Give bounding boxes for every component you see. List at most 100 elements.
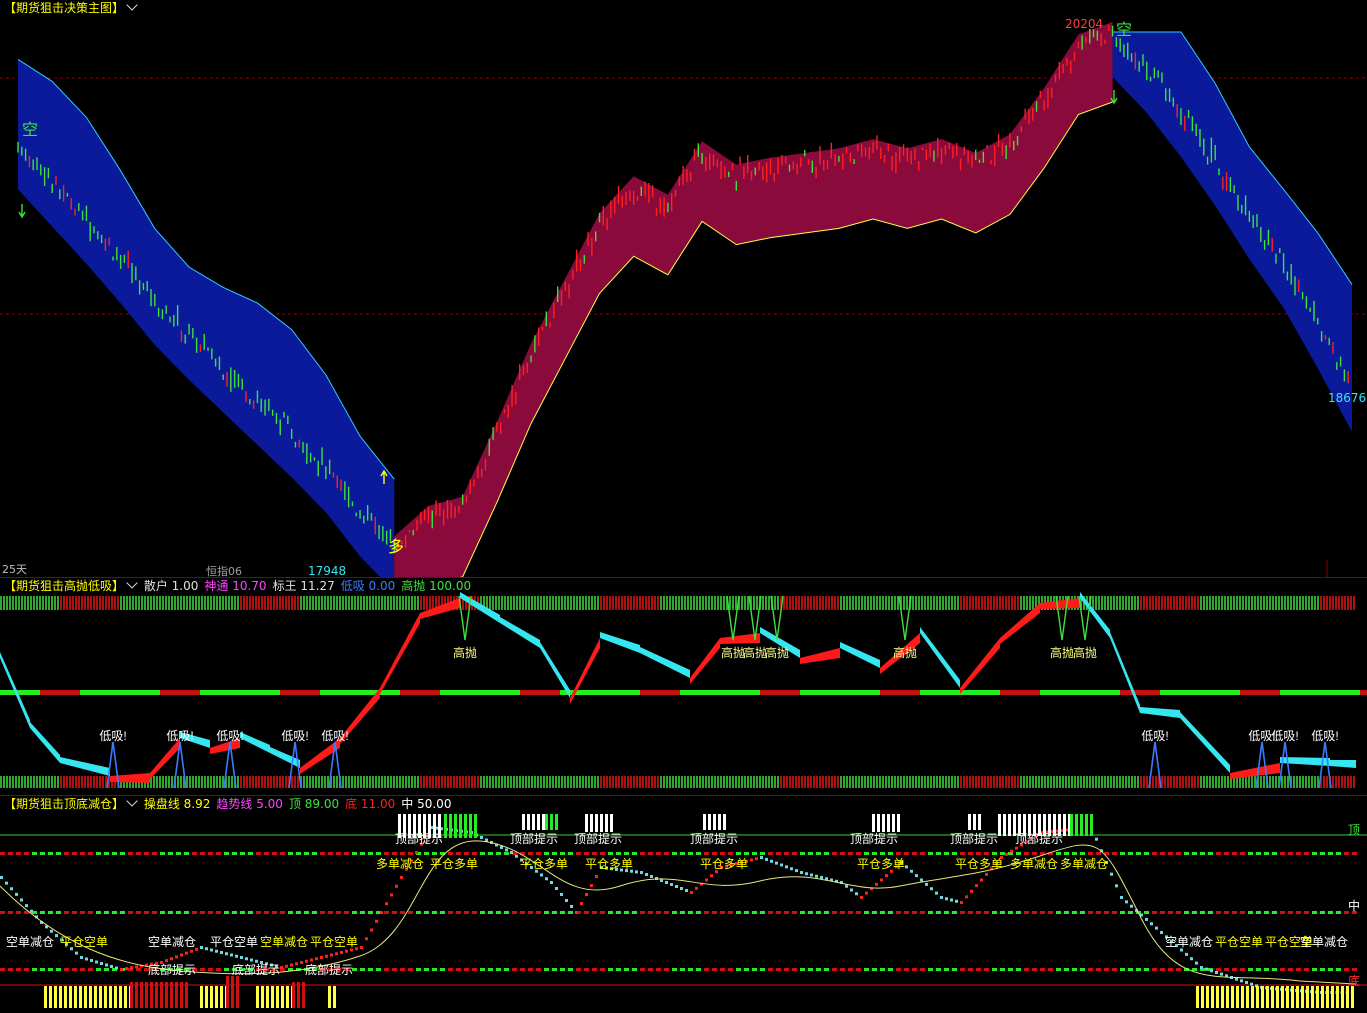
status-strip-top bbox=[417, 596, 419, 610]
status-strip-top bbox=[42, 596, 44, 610]
status-strip-bottom bbox=[840, 776, 842, 788]
status-strip-top bbox=[297, 596, 299, 610]
main-chart-title[interactable]: 【期货狙击决策主图】 bbox=[4, 0, 140, 15]
status-strip-top bbox=[879, 596, 881, 610]
dashed-level bbox=[392, 911, 397, 914]
status-strip-bottom bbox=[1269, 776, 1271, 788]
step-marker bbox=[950, 898, 953, 902]
dashed-level bbox=[1064, 968, 1069, 971]
bottom-bar bbox=[1296, 986, 1299, 1008]
top-bottom-panel[interactable]: 顶部提示 顶部提示 顶部提示 顶部提示 顶部提示 顶部提示 顶部提示 底部提示 底部提示 底部提示… bbox=[0, 795, 1367, 1013]
chevron-down-icon[interactable] bbox=[126, 795, 138, 807]
dashed-level bbox=[32, 852, 37, 855]
dashed-level bbox=[944, 911, 949, 914]
short-close-label: 平仓空单 bbox=[60, 935, 108, 949]
status-strip-top bbox=[357, 596, 359, 610]
dashed-level bbox=[848, 968, 853, 971]
bottom-bar bbox=[114, 986, 117, 1008]
step-marker bbox=[775, 861, 778, 865]
status-strip-bottom bbox=[1194, 776, 1196, 788]
status-strip-top bbox=[753, 596, 755, 610]
bottom-hint-label: 底部提示 bbox=[148, 962, 196, 977]
status-strip-top bbox=[393, 596, 395, 610]
bottom-bar bbox=[1286, 986, 1289, 1008]
step-marker bbox=[965, 895, 968, 899]
top-bar bbox=[532, 814, 535, 830]
top-bottom-header[interactable]: 【期货狙击顶底减仓】 操盘线 8.92 趋势线 5.00 顶 89.00 底 11.0… bbox=[4, 795, 463, 811]
dashed-level bbox=[104, 968, 109, 971]
dashed-level bbox=[848, 911, 853, 914]
step-marker bbox=[295, 962, 298, 966]
bottom-bar bbox=[236, 976, 239, 1008]
status-strip-bottom bbox=[1059, 776, 1061, 788]
bear-band bbox=[18, 59, 395, 577]
dashed-level bbox=[792, 968, 797, 971]
midline-segment bbox=[1000, 690, 1040, 695]
step-marker bbox=[680, 887, 683, 890]
step-marker bbox=[290, 963, 293, 967]
status-strip-bottom bbox=[702, 776, 704, 788]
dashed-level bbox=[632, 968, 637, 971]
status-strip-top bbox=[1032, 596, 1034, 610]
bottom-bar bbox=[1346, 986, 1349, 1008]
dashed-level bbox=[760, 852, 765, 855]
status-strip-bottom bbox=[1080, 776, 1082, 788]
step-marker bbox=[920, 878, 923, 882]
dashed-level bbox=[1248, 968, 1253, 971]
status-strip-top bbox=[399, 596, 401, 610]
step-marker bbox=[120, 968, 123, 971]
dashed-level bbox=[1288, 968, 1293, 971]
dashed-level bbox=[136, 968, 141, 971]
dashed-level bbox=[1216, 968, 1221, 971]
status-strip-bottom bbox=[1044, 776, 1046, 788]
dashed-level bbox=[1336, 911, 1341, 914]
status-strip-top bbox=[90, 596, 92, 610]
dashed-level bbox=[1264, 852, 1269, 855]
status-strip-bottom bbox=[888, 776, 890, 788]
top-bar bbox=[872, 814, 875, 832]
dashed-level bbox=[1240, 911, 1245, 914]
status-strip-top bbox=[813, 596, 815, 610]
main-chart-panel[interactable]: 【期货狙击决策主图】 20204 空 空 多 17948 18676 25天 恒… bbox=[0, 0, 1367, 578]
status-strip-top bbox=[777, 596, 779, 610]
dashed-level bbox=[632, 911, 637, 914]
status-strip-bottom bbox=[477, 776, 479, 788]
status-strip-top bbox=[624, 596, 626, 610]
status-strip-top bbox=[1317, 596, 1319, 610]
status-strip-bottom bbox=[1284, 776, 1286, 788]
status-strip-bottom bbox=[1089, 776, 1091, 788]
dashed-level bbox=[776, 911, 781, 914]
top-bar bbox=[605, 814, 608, 832]
dashed-level bbox=[976, 911, 981, 914]
status-strip-top bbox=[1119, 596, 1121, 610]
dashed-level bbox=[1288, 852, 1293, 855]
status-strip-top bbox=[942, 596, 944, 610]
status-strip-top bbox=[552, 596, 554, 610]
dashed-level bbox=[0, 968, 5, 971]
status-strip-bottom bbox=[642, 776, 644, 788]
status-strip-top bbox=[1122, 596, 1124, 610]
status-strip-bottom bbox=[681, 776, 683, 788]
buy-label: 低吸! bbox=[281, 729, 308, 743]
dashed-level bbox=[72, 852, 77, 855]
buy-label: 低吸! bbox=[216, 729, 243, 743]
dashed-level bbox=[1056, 852, 1061, 855]
dashed-level bbox=[680, 968, 685, 971]
status-strip-bottom bbox=[1341, 776, 1343, 788]
chevron-down-icon[interactable] bbox=[126, 577, 138, 589]
status-strip-top bbox=[639, 596, 641, 610]
midline-segment bbox=[200, 690, 240, 695]
status-strip-bottom bbox=[744, 776, 746, 788]
dashed-level bbox=[600, 852, 605, 855]
dashed-level bbox=[768, 852, 773, 855]
status-strip-top bbox=[741, 596, 743, 610]
status-strip-top bbox=[102, 596, 104, 610]
status-strip-top bbox=[30, 596, 32, 610]
oscillator-panel[interactable]: 高抛 高抛 高抛 高抛 高抛 高抛 高抛 低吸! 低吸! 低吸! 低吸! 低吸! 低吸! 低吸! 低吸! 低吸… bbox=[0, 577, 1367, 795]
long-mark: 多 bbox=[388, 537, 405, 556]
oscillator-segment bbox=[1140, 707, 1180, 718]
oscillator-segment bbox=[960, 638, 1000, 694]
chevron-down-icon[interactable] bbox=[126, 0, 138, 11]
oscillator-header[interactable]: 【期货狙击高抛低吸】 散户 1.00 神通 10.70 标王 11.27 低吸 0.0… bbox=[4, 577, 483, 593]
step-marker bbox=[760, 856, 763, 859]
